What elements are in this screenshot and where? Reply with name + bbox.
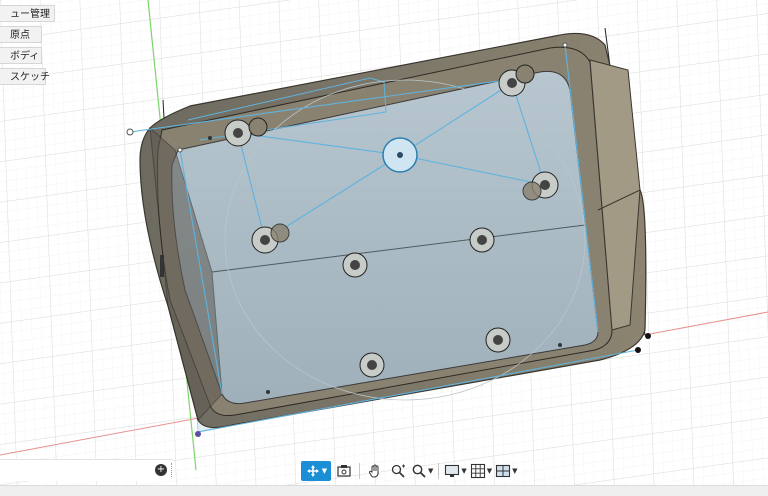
screw-dot [558, 343, 562, 347]
look-at-icon [337, 465, 351, 477]
chevron-down-icon: ▼ [486, 467, 493, 475]
chevron-down-icon: ▼ [461, 467, 467, 475]
boss[interactable] [485, 327, 511, 353]
grid-icon [470, 463, 485, 479]
boss[interactable] [359, 352, 385, 378]
side-slot [160, 255, 164, 277]
boss[interactable] [342, 252, 368, 278]
navigation-toolbar: ▼ ▼ ▼ ▼ ▼ [301, 460, 518, 482]
bottom-status-strip [0, 485, 768, 496]
chevron-down-icon: ▼ [321, 467, 328, 475]
sketch-point[interactable] [645, 333, 651, 339]
boss-center[interactable] [382, 137, 418, 173]
viewport-canvas[interactable] [0, 0, 768, 495]
browser-item-bodies[interactable]: ボディ [0, 47, 42, 64]
add-comment-button[interactable]: + [155, 464, 167, 476]
viewports-button[interactable]: ▼ [495, 461, 518, 481]
viewports-icon [496, 464, 511, 478]
browser-item-origin[interactable]: 原点 [0, 26, 42, 43]
resize-grip[interactable] [171, 463, 174, 477]
look-at-button[interactable] [334, 461, 354, 481]
sketch-point[interactable] [635, 347, 641, 353]
hand-icon [369, 464, 379, 478]
fit-button[interactable]: ▼ [411, 461, 433, 481]
orbit-icon [306, 465, 319, 477]
chevron-down-icon: ▼ [428, 467, 434, 475]
screw-dot [266, 390, 270, 394]
toolbar-divider [438, 463, 440, 479]
screw-dot [208, 136, 212, 140]
comments-bar: + [0, 459, 172, 481]
browser-item-sketches[interactable]: スケッチ [0, 68, 50, 85]
boss[interactable] [469, 227, 495, 253]
monitor-icon [445, 464, 460, 477]
pan-button[interactable] [365, 461, 385, 481]
display-settings-button[interactable]: ▼ [444, 461, 467, 481]
orbit-tool-button[interactable]: ▼ [301, 461, 331, 481]
sketch-point[interactable] [562, 42, 568, 48]
sketch-point[interactable] [195, 431, 201, 437]
toolbar-divider [359, 463, 360, 479]
sketch-point[interactable] [177, 147, 183, 153]
zoom-window-button[interactable] [388, 461, 408, 481]
zoom-plus-icon [391, 464, 405, 478]
grid-settings-button[interactable]: ▼ [470, 461, 492, 481]
magnifier-icon [412, 464, 426, 478]
chevron-down-icon: ▼ [512, 467, 518, 475]
sketch-point[interactable] [126, 128, 134, 136]
3d-viewport[interactable] [0, 0, 768, 495]
browser-item-named-views[interactable]: ュー管理 [0, 5, 55, 22]
